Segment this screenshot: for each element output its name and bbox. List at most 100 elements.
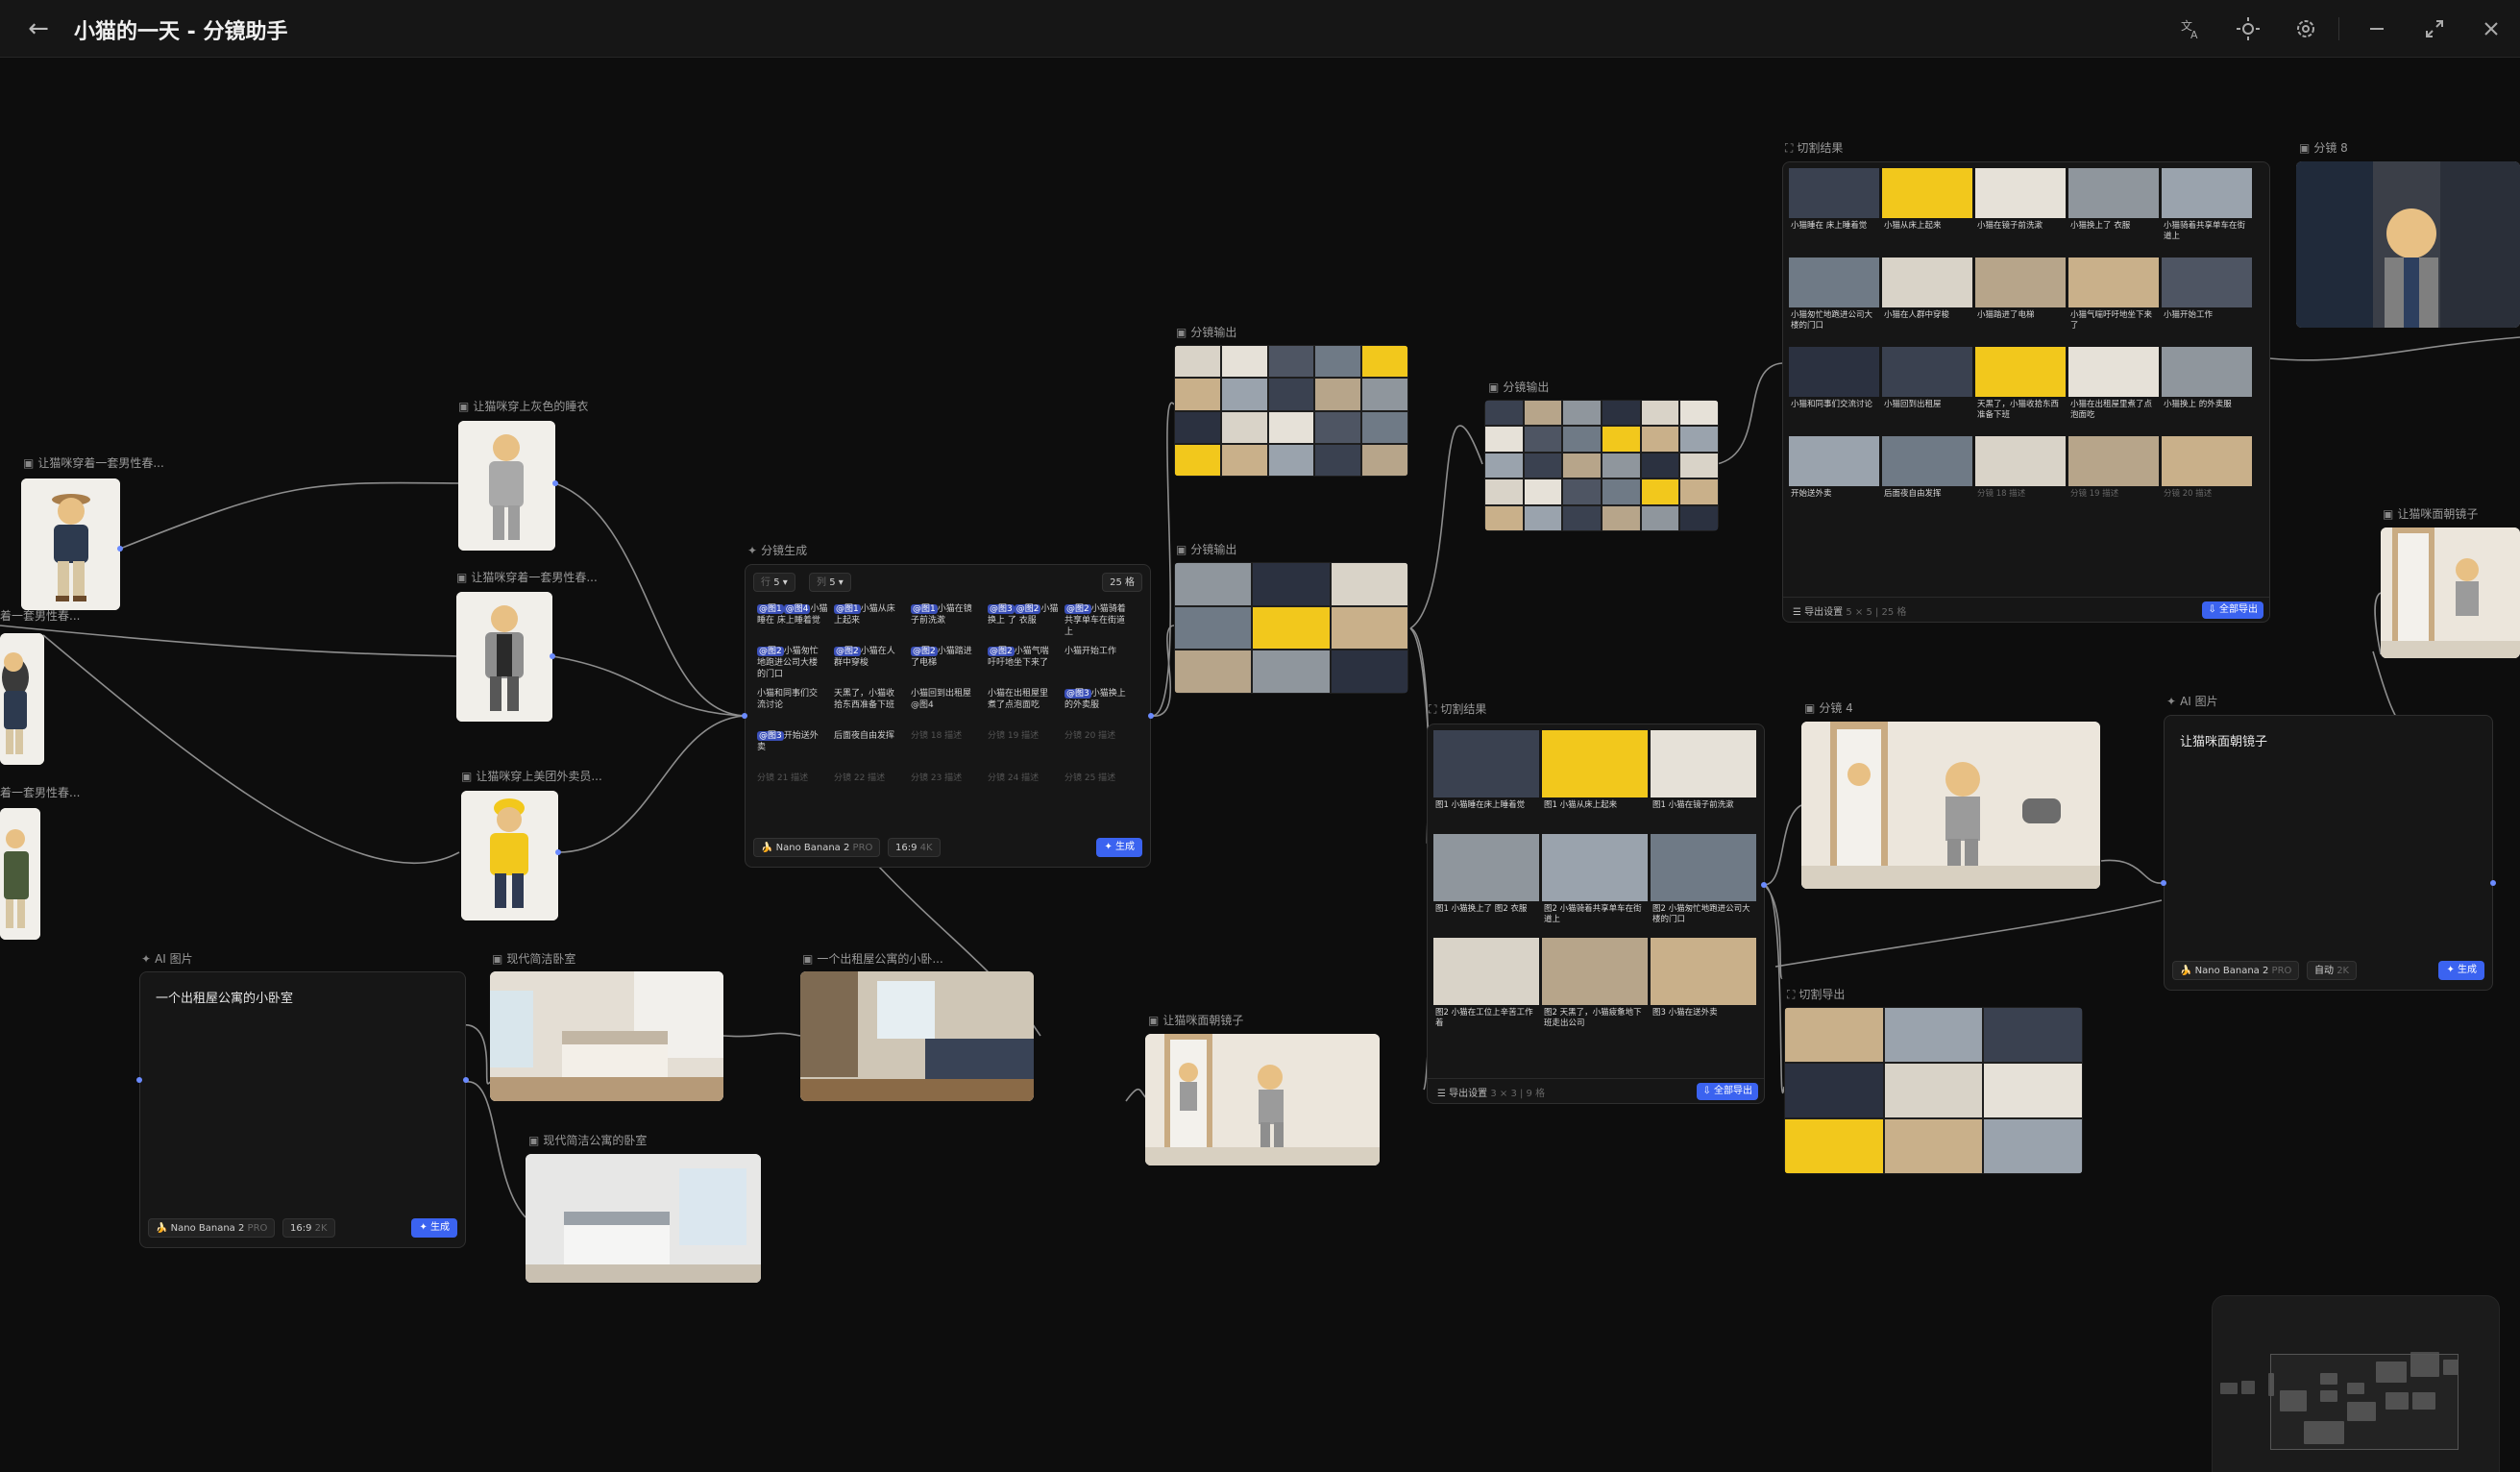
minimize-icon[interactable] xyxy=(2362,14,2391,43)
cut-thumbnail[interactable] xyxy=(1542,834,1648,901)
cat-image-card[interactable] xyxy=(456,592,552,722)
cut-thumbnail[interactable] xyxy=(1789,436,1879,486)
cat-image-card[interactable] xyxy=(0,808,40,940)
storyboard-output-card[interactable] xyxy=(1174,345,1408,477)
minimap-viewport[interactable] xyxy=(2270,1354,2459,1450)
cat-image-card[interactable] xyxy=(458,421,555,551)
cut-thumbnail[interactable] xyxy=(1882,168,1972,218)
storyboard-cell[interactable]: 分镜 20 描述 xyxy=(1064,730,1136,742)
room-image-card[interactable] xyxy=(800,971,1034,1101)
prompt-text[interactable]: 一个出租屋公寓的小卧室 xyxy=(156,988,293,1006)
cut-thumbnail[interactable] xyxy=(1975,168,2066,218)
input-port[interactable] xyxy=(742,713,747,719)
cat-image-card[interactable] xyxy=(21,478,120,610)
image-reference-tag[interactable]: @图1 xyxy=(757,604,784,614)
storyboard-output-card[interactable] xyxy=(1174,562,1408,694)
translate-icon[interactable]: 文A xyxy=(2177,14,2206,43)
cut-result-panel[interactable]: 图1 小猫睡在床上睡着觉 图1 小猫从床上起来 图1 小猫在镜子前洗漱 图1 小猫换上… xyxy=(1427,724,1765,1104)
image-reference-tag[interactable]: @图3 xyxy=(1064,689,1091,699)
cut-thumbnail[interactable] xyxy=(1882,347,1972,397)
export-all-button[interactable]: ⇩ 全部导出 xyxy=(2202,601,2263,619)
storyboard-cell[interactable]: @图2 小猫气喘 吁吁地坐下来了 xyxy=(988,646,1059,669)
input-port[interactable] xyxy=(2161,880,2166,886)
image-reference-tag[interactable]: @图2 xyxy=(988,647,1015,656)
model-select[interactable]: 🍌 Nano Banana 2 PRO xyxy=(2172,961,2300,980)
bedroom-image-card[interactable] xyxy=(490,971,723,1101)
storyboard-cell[interactable]: 小猫回到出租屋 @图4 xyxy=(911,688,982,711)
cut-thumbnail[interactable] xyxy=(1433,938,1539,1005)
storyboard-cell[interactable]: @图2 小猫骑着 共享单车在街道 上 xyxy=(1064,603,1136,638)
node-canvas[interactable]: 着一套男性春... 着一套男性春... ▣ 让猫咪穿着一套男性春... ▣ 让猫咪穿… xyxy=(0,59,2520,1472)
image-reference-tag[interactable]: @图2 xyxy=(1064,604,1091,614)
input-port[interactable] xyxy=(136,1077,142,1083)
cut-thumbnail[interactable] xyxy=(1433,834,1539,901)
image-reference-tag[interactable]: @图3 xyxy=(988,604,1015,614)
ai-image-panel[interactable]: 让猫咪面朝镜子 🍌 Nano Banana 2 PRO 自动 2K ✦ 生成 xyxy=(2164,715,2493,991)
storyboard-output-card[interactable] xyxy=(1484,400,1719,531)
cols-select[interactable]: 列 5 ▾ xyxy=(809,573,851,592)
output-port[interactable] xyxy=(2490,880,2496,886)
gear-icon[interactable] xyxy=(2291,14,2320,43)
storyboard-cell[interactable]: 后面夜自由发挥 xyxy=(834,730,905,742)
storyboard-cell[interactable]: @图2 小猫在人 群中穿梭 xyxy=(834,646,905,669)
storyboard-image-card[interactable] xyxy=(1801,722,2100,889)
model-select[interactable]: 🍌 Nano Banana 2 PRO xyxy=(148,1218,276,1238)
storyboard-cell[interactable]: 分镜 23 描述 xyxy=(911,773,982,784)
cut-thumbnail[interactable] xyxy=(1789,347,1879,397)
storyboard-cell[interactable]: 分镜 19 描述 xyxy=(988,730,1059,742)
cut-thumbnail[interactable] xyxy=(1975,347,2066,397)
generate-button[interactable]: ✦ 生成 xyxy=(2438,961,2484,980)
output-port[interactable] xyxy=(463,1077,469,1083)
storyboard-cell[interactable]: @图2 小猫匆忙 地跑进公司大楼 的门口 xyxy=(757,646,828,680)
storyboard-cell[interactable]: @图1 小猫在镜 子前洗漱 xyxy=(911,603,982,626)
export-settings[interactable]: ☰ 导出设置 3 × 3 | 9 格 xyxy=(1437,1085,1545,1099)
cut-thumbnail[interactable] xyxy=(1975,436,2066,486)
cut-thumbnail[interactable] xyxy=(1542,730,1648,797)
cut-thumbnail[interactable] xyxy=(2068,436,2159,486)
storyboard-cell[interactable]: @图3 小猫换上 的外卖服 xyxy=(1064,688,1136,711)
output-port[interactable] xyxy=(552,480,558,486)
storyboard-cell[interactable]: @图2 小猫踏进 了电梯 xyxy=(911,646,982,669)
sun-icon[interactable] xyxy=(2234,14,2263,43)
cut-thumbnail[interactable] xyxy=(1789,258,1879,307)
cut-thumbnail[interactable] xyxy=(1433,730,1539,797)
cut-thumbnail[interactable] xyxy=(2068,347,2159,397)
cut-thumbnail[interactable] xyxy=(2068,258,2159,307)
cat-image-card[interactable] xyxy=(0,633,44,765)
cat-image-card[interactable] xyxy=(461,791,558,920)
cut-thumbnail[interactable] xyxy=(2068,168,2159,218)
cut-thumbnail[interactable] xyxy=(1882,258,1972,307)
output-port[interactable] xyxy=(117,546,123,552)
cut-thumbnail[interactable] xyxy=(1542,938,1648,1005)
image-reference-tag[interactable]: @图1 xyxy=(911,604,938,614)
ai-image-panel[interactable]: 一个出租屋公寓的小卧室 🍌 Nano Banana 2 PRO 16:9 2K … xyxy=(139,971,466,1248)
storyboard-cell[interactable]: 小猫开始工作 xyxy=(1064,646,1136,657)
image-reference-tag[interactable]: @图4 xyxy=(783,604,811,614)
output-port[interactable] xyxy=(550,653,555,659)
ratio-select[interactable]: 16:9 2K xyxy=(282,1218,335,1238)
model-select[interactable]: 🍌 Nano Banana 2 PRO xyxy=(753,838,881,857)
image-reference-tag[interactable]: @图2 xyxy=(1014,604,1041,614)
storyboard-cell[interactable]: 分镜 25 描述 xyxy=(1064,773,1136,784)
maximize-icon[interactable] xyxy=(2420,14,2449,43)
prompt-text[interactable]: 让猫咪面朝镜子 xyxy=(2180,731,2267,749)
cat-mirror-image-card[interactable] xyxy=(2381,527,2520,658)
cut-export-card[interactable] xyxy=(1784,1007,2083,1174)
storyboard-cell[interactable]: 天黑了，小猫收 拾东西准备下班 xyxy=(834,688,905,711)
cut-thumbnail[interactable] xyxy=(1651,834,1756,901)
export-all-button[interactable]: ⇩ 全部导出 xyxy=(1697,1083,1758,1100)
cut-result-panel[interactable]: 小猫睡在 床上睡着觉 小猫从床上起来 小猫在镜子前洗漱 小猫换上了 衣服 小猫骑着共享单… xyxy=(1782,161,2270,623)
cut-thumbnail[interactable] xyxy=(1651,730,1756,797)
cut-thumbnail[interactable] xyxy=(2162,436,2252,486)
image-reference-tag[interactable]: @图2 xyxy=(911,647,938,656)
image-reference-tag[interactable]: @图2 xyxy=(757,647,784,656)
export-settings[interactable]: ☰ 导出设置 5 × 5 | 25 格 xyxy=(1793,603,1906,618)
generate-button[interactable]: ✦ 生成 xyxy=(411,1218,457,1238)
storyboard-cell[interactable]: @图1 小猫从床 上起来 xyxy=(834,603,905,626)
storyboard-generator-panel[interactable]: 行 5 ▾ 列 5 ▾ 25 格 @图1 @图4 小猫睡在 床上睡着觉 @图1 小猫从床… xyxy=(745,564,1151,868)
storyboard-cell[interactable]: @图3 @图2 小猫换上 了 衣服 xyxy=(988,603,1059,626)
cut-thumbnail[interactable] xyxy=(1651,938,1756,1005)
storyboard-cell[interactable]: 分镜 24 描述 xyxy=(988,773,1059,784)
cat-mirror-image-card[interactable] xyxy=(1145,1034,1380,1165)
storyboard-cell[interactable]: 小猫和同事们交 流讨论 xyxy=(757,688,828,711)
